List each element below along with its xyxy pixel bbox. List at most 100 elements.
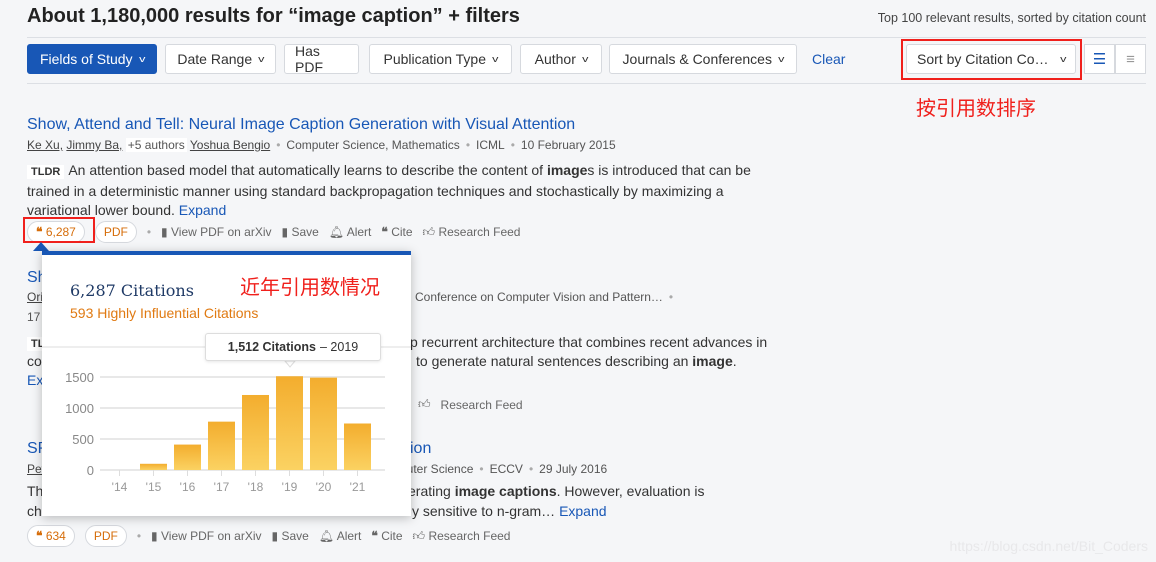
chart-tooltip: 1,512 Citations – 2019 <box>205 333 381 361</box>
compact-view-button[interactable]: ≡ <box>1115 44 1146 74</box>
paper-venue: Conference on Computer Vision and Patter… <box>415 290 674 304</box>
abstract-text: p recurrent architecture that combines r… <box>410 334 768 350</box>
paper-author[interactable]: Ori <box>27 290 43 304</box>
x-tick-label: '17 <box>214 480 230 494</box>
x-tick-label: '18 <box>248 480 264 494</box>
filter-journals-conferences[interactable]: Journals & Conferences v <box>609 44 797 74</box>
x-tick-label: '14 <box>112 480 128 494</box>
chevron-down-icon: v <box>778 54 785 64</box>
filter-publication-type[interactable]: Publication Type v <box>369 44 512 74</box>
x-tick-label: '20 <box>316 480 332 494</box>
alert-button[interactable]: 🔔︎ Alert <box>319 529 362 543</box>
thumbs-up-icon: 👍︎ <box>412 528 426 543</box>
save-button[interactable]: ▮ Save <box>281 225 318 239</box>
tooltip-value: 1,512 Citations <box>227 340 316 354</box>
x-tick-label: '21 <box>350 480 366 494</box>
expand-link[interactable]: Expand <box>559 503 606 519</box>
filter-author[interactable]: Author v <box>520 44 602 74</box>
filter-label: Publication Type <box>383 51 486 67</box>
view-pdf-link[interactable]: ▮ View PDF on arXiv <box>151 529 261 543</box>
chevron-down-icon: v <box>258 54 265 64</box>
filter-has-pdf[interactable]: Has PDF <box>284 43 359 75</box>
citations-popup: 6,287 Citations 593 Highly Influential C… <box>42 251 411 516</box>
date: 10 February 2015 <box>520 138 616 152</box>
tldr-badge: TLDR <box>27 165 65 179</box>
research-feed-button[interactable]: 👍︎ Research Feed <box>413 529 511 544</box>
pdf-button[interactable]: PDF <box>84 525 127 547</box>
filter-date-range[interactable]: Date Range v <box>165 44 276 74</box>
divider <box>27 83 1146 84</box>
thumbs-up-icon: 👍︎ <box>422 224 436 239</box>
venue: ICML <box>476 138 505 152</box>
bar-19 <box>276 376 303 470</box>
paper-title[interactable]: Show, Attend and Tell: Neural Image Capt… <box>27 116 575 134</box>
bar-17 <box>208 421 235 470</box>
clear-filters-link[interactable]: Clear <box>812 51 845 67</box>
expand-link[interactable]: Ex <box>27 371 43 390</box>
x-tick-label: '19 <box>282 480 298 494</box>
paper-title-end[interactable]: ion <box>410 440 431 458</box>
quote-icon: ❝ <box>381 225 388 239</box>
quote-icon: ❝ <box>36 529 43 543</box>
bookmark-icon: ▮ <box>271 529 279 543</box>
bar-20 <box>310 377 337 470</box>
abstract-highlight: image <box>546 162 588 178</box>
expand-link[interactable]: Expand <box>179 202 226 218</box>
author-link[interactable]: Yoshua Bengio <box>190 138 270 152</box>
y-tick-label: 0 <box>87 463 94 478</box>
watermark: https://blog.csdn.net/Bit_Coders <box>949 538 1148 554</box>
y-tick-label: 1000 <box>65 401 94 416</box>
bar-21 <box>344 423 371 470</box>
list-view-button[interactable]: ☰ <box>1084 44 1115 74</box>
tooltip-year: – 2019 <box>320 340 359 354</box>
results-subtitle: Top 100 relevant results, sorted by cita… <box>877 11 1146 25</box>
divider <box>27 37 1146 38</box>
paper-actions: ❝ 6,287 PDF • ▮ View PDF on arXiv ▮ Save … <box>27 221 520 243</box>
tooltip-pointer <box>283 360 297 368</box>
alert-button[interactable]: 🔔︎ Alert <box>329 225 372 239</box>
compact-view-icon: ≡ <box>1126 50 1135 68</box>
paper-date: 17 <box>27 310 41 324</box>
more-authors[interactable]: +5 authors <box>125 138 187 152</box>
abstract-text: y sensitive to n-gram… Expand <box>412 503 607 519</box>
paper-actions: ❝ 634 PDF • ▮ View PDF on arXiv ▮ Save 🔔︎… <box>27 525 510 547</box>
abstract-text: Th <box>27 483 44 499</box>
pdf-button[interactable]: PDF <box>94 221 137 243</box>
cite-button[interactable]: ❝ Cite <box>371 529 402 543</box>
chevron-down-icon: v <box>138 54 145 64</box>
quote-icon: ❝ <box>371 529 378 543</box>
filter-label: Date Range <box>177 51 253 67</box>
paper-abstract: TLDR An attention based model that automa… <box>27 161 767 220</box>
pdf-file-icon: ▮ <box>161 225 168 239</box>
bell-icon: 🔔︎ <box>318 529 335 543</box>
annotation-sort-note: 按引用数排序 <box>916 98 1036 120</box>
popup-pointer <box>33 242 49 251</box>
citation-count-button[interactable]: ❝ 634 <box>27 525 75 547</box>
pdf-file-icon: ▮ <box>151 529 158 543</box>
save-button[interactable]: ▮ Save <box>271 529 308 543</box>
paper-meta: Ke Xu, Jimmy Ba, +5 authors Yoshua Bengi… <box>27 138 616 152</box>
author-link[interactable]: Jimmy Ba, <box>66 138 122 152</box>
cite-button[interactable]: ❝ Cite <box>381 225 412 239</box>
chevron-down-icon: v <box>492 54 499 64</box>
filter-label: Journals & Conferences <box>622 51 772 67</box>
results-heading: About 1,180,000 results for “image capti… <box>27 5 520 27</box>
view-pdf-link[interactable]: ▮ View PDF on arXiv <box>161 225 271 239</box>
fields: Computer Science, Mathematics <box>286 138 460 152</box>
abstract-text: An attention based model that automatica… <box>68 162 547 178</box>
author-link[interactable]: Ke Xu, <box>27 138 63 152</box>
research-feed-button[interactable]: 👍︎ Research Feed <box>423 225 521 240</box>
abstract-text: to generate natural sentences describing… <box>416 353 737 369</box>
bell-icon: 🔔︎ <box>328 225 345 239</box>
filter-label: Has PDF <box>295 43 323 75</box>
bar-18 <box>242 394 269 470</box>
y-tick-label: 1500 <box>65 370 94 385</box>
filter-label: Author <box>534 51 576 67</box>
abstract-text: co <box>27 353 42 369</box>
filter-fields-of-study[interactable]: Fields of Study v <box>27 44 157 74</box>
citations-bar-chart: 0 500 1000 1500 '14 '15 '16 '17 '18 '19 '20 '21 <box>42 346 411 494</box>
filter-label: Fields of Study <box>39 51 133 67</box>
bar-15 <box>140 463 167 470</box>
research-feed-button[interactable]: 👍︎ Research Feed <box>418 397 523 412</box>
y-tick-label: 500 <box>72 432 94 447</box>
